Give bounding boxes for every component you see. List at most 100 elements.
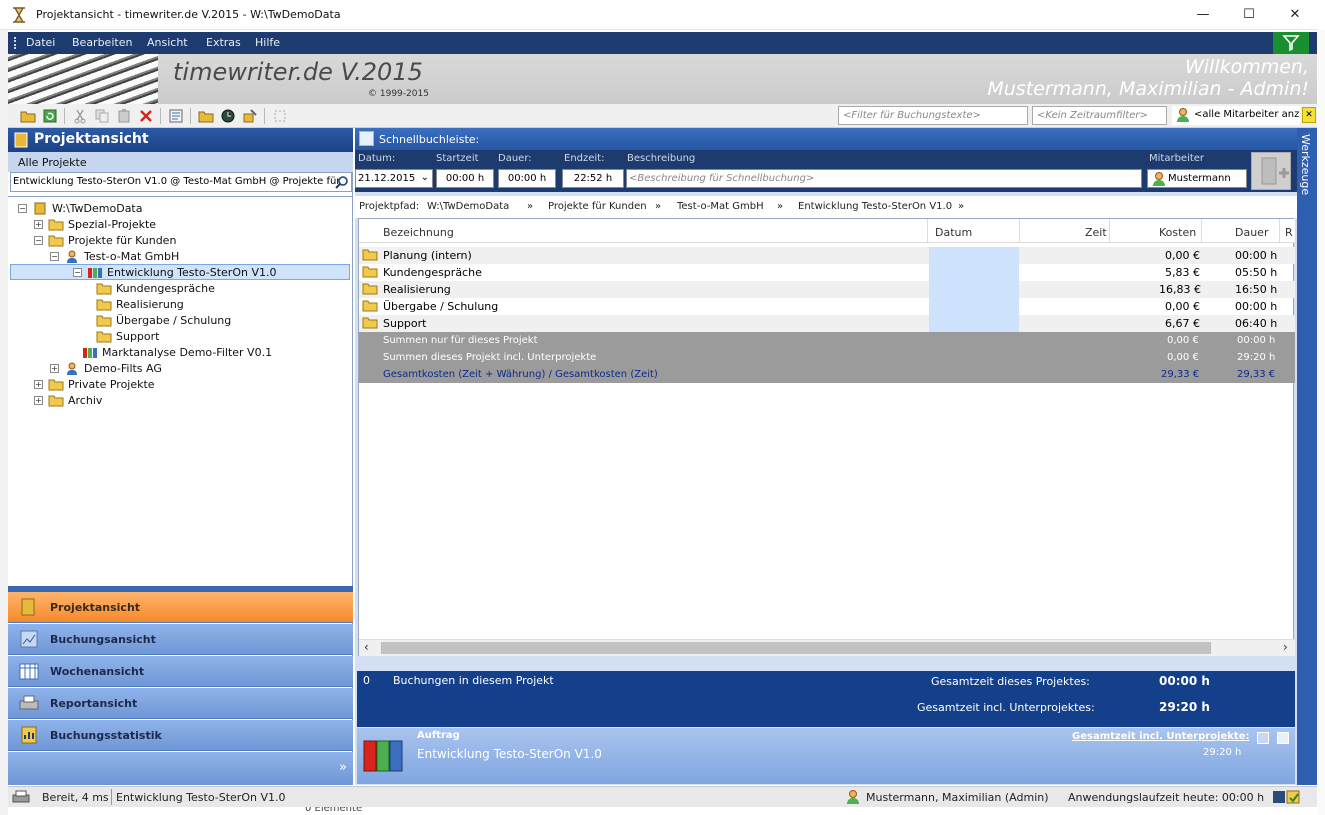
project-total-incl-value: 29:20 h xyxy=(1159,700,1210,714)
horizontal-scrollbar[interactable]: ‹ › xyxy=(359,639,1295,656)
grid-view-icon[interactable] xyxy=(1257,732,1269,744)
collapse-icon[interactable]: − xyxy=(73,268,82,277)
start-time-input[interactable]: 00:00 h xyxy=(436,169,494,188)
column-zeit[interactable]: Zeit xyxy=(1085,226,1107,239)
nav-buchungsansicht[interactable]: Buchungsansicht xyxy=(8,624,353,655)
collapse-icon[interactable]: − xyxy=(18,204,27,213)
title-bar: Projektansicht - timewriter.de V.2015 - … xyxy=(0,0,1318,30)
paste-icon[interactable] xyxy=(116,108,132,124)
table-row[interactable]: Übergabe / Schulung 0,00 € 00:00 h xyxy=(359,298,1295,315)
row-name: Übergabe / Schulung xyxy=(383,300,499,313)
expand-icon[interactable]: + xyxy=(34,220,43,229)
menu-bearbeiten[interactable]: Bearbeiten xyxy=(72,36,132,49)
employee-select[interactable]: Mustermann xyxy=(1147,169,1247,188)
tree-node-spezial-projekte[interactable]: + Spezial-Projekte xyxy=(34,217,234,233)
tree-node-support[interactable]: Support xyxy=(82,329,282,345)
collapse-icon[interactable]: − xyxy=(50,252,59,261)
booking-count: 0 xyxy=(363,674,370,687)
add-booking-button[interactable] xyxy=(1251,152,1291,190)
chevron-down-icon[interactable]: ⌄ xyxy=(421,172,429,183)
search-icon[interactable] xyxy=(335,175,349,189)
scrollbar-thumb[interactable] xyxy=(381,642,1211,654)
properties-icon[interactable] xyxy=(168,108,184,124)
column-r[interactable]: R xyxy=(1285,226,1293,239)
refresh-icon[interactable] xyxy=(42,108,58,124)
nav-more-button[interactable]: » xyxy=(8,752,353,785)
nav-reportansicht[interactable]: Reportansicht xyxy=(8,688,353,719)
expand-icon[interactable]: + xyxy=(50,364,59,373)
scroll-left-icon[interactable]: ‹ xyxy=(364,640,369,654)
folder-icon xyxy=(362,300,378,312)
tree-node-label: Übergabe / Schulung xyxy=(116,314,232,327)
table-row[interactable]: Support 6,67 € 06:40 h xyxy=(359,315,1295,332)
row-dauer: 00:00 h xyxy=(1235,249,1278,262)
column-separator xyxy=(927,219,928,243)
folder-icon xyxy=(362,249,378,261)
menu-hilfe[interactable]: Hilfe xyxy=(255,36,280,49)
table-row[interactable]: Realisierung 16,83 € 16:50 h xyxy=(359,281,1295,298)
project-path-search[interactable]: Entwicklung Testo-SterOn V1.0 @ Testo-Ma… xyxy=(10,172,352,192)
breadcrumb-item[interactable]: Projekte für Kunden xyxy=(548,201,647,212)
folder-icon xyxy=(48,235,64,247)
open-folder-icon[interactable] xyxy=(20,108,36,124)
dotted-frame-icon[interactable] xyxy=(272,108,288,124)
expand-icon[interactable]: + xyxy=(34,380,43,389)
scroll-right-icon[interactable]: › xyxy=(1283,640,1288,654)
minimize-button[interactable]: — xyxy=(1180,0,1226,30)
pin-icon[interactable] xyxy=(1277,732,1289,744)
maximize-button[interactable]: ☐ xyxy=(1226,0,1272,30)
tree-node-projekte-kunden[interactable]: − Projekte für Kunden xyxy=(34,233,234,249)
tree-node-kundengespraeche[interactable]: Kundengespräche xyxy=(82,281,282,297)
column-bezeichnung[interactable]: Bezeichnung xyxy=(383,226,454,239)
end-time-input[interactable]: 22:52 h xyxy=(562,169,624,188)
table-row[interactable]: Kundengespräche 5,83 € 05:50 h xyxy=(359,264,1295,281)
employee-filter-select[interactable]: <alle Mitarbeiter anze xyxy=(1172,106,1300,125)
menu-extras[interactable]: Extras xyxy=(206,36,241,49)
menu-ansicht[interactable]: Ansicht xyxy=(147,36,188,49)
project-total-value: 00:00 h xyxy=(1159,674,1210,688)
nav-projektansicht[interactable]: Projektansicht xyxy=(8,592,353,623)
date-picker[interactable]: 21.12.2015 ⌄ xyxy=(355,169,433,188)
tree-node-root[interactable]: − W:\TwDemoData xyxy=(18,201,218,217)
collapse-icon[interactable]: − xyxy=(34,236,43,245)
column-kosten[interactable]: Kosten xyxy=(1159,226,1196,239)
menu-datei[interactable]: Datei xyxy=(26,36,55,49)
column-datum[interactable]: Datum xyxy=(935,226,972,239)
delete-icon[interactable] xyxy=(138,108,154,124)
expand-icon[interactable]: + xyxy=(34,396,43,405)
breadcrumb-item[interactable]: Test-o-Mat GmbH xyxy=(677,201,764,212)
close-button[interactable]: ✕ xyxy=(1272,0,1318,30)
description-input[interactable]: <Beschreibung für Schnellbuchung> xyxy=(626,169,1142,188)
booking-summary-bar: 0 Buchungen in diesem Projekt Gesamtzeit… xyxy=(357,671,1295,727)
duration-input[interactable]: 00:00 h xyxy=(498,169,556,188)
nav-buchungsstatistik[interactable]: Buchungsstatistik xyxy=(8,720,353,751)
tree-node-demo-filts[interactable]: + Demo-Filts AG xyxy=(50,361,250,377)
table-row[interactable]: Planung (intern) 0,00 € 00:00 h xyxy=(359,247,1295,264)
tools-side-tab[interactable]: Werkzeuge xyxy=(1297,128,1317,785)
nav-wochenansicht[interactable]: Wochenansicht xyxy=(8,656,353,687)
tree-node-private-projekte[interactable]: + Private Projekte xyxy=(34,377,234,393)
copy-icon[interactable] xyxy=(94,108,110,124)
welcome-line-2: Mustermann, Maximilian - Admin! xyxy=(987,78,1309,100)
tree-node-test-o-mat[interactable]: − Test-o-Mat GmbH xyxy=(50,249,250,265)
all-projects-link[interactable]: Alle Projekte xyxy=(8,152,353,172)
filter-toggle-button[interactable] xyxy=(1273,32,1309,54)
clock-icon[interactable] xyxy=(220,108,236,124)
tree-node-uebergabe[interactable]: Übergabe / Schulung xyxy=(82,313,282,329)
tree-node-archiv[interactable]: + Archiv xyxy=(34,393,234,409)
tools-icon[interactable] xyxy=(242,108,258,124)
tree-node-marktanalyse[interactable]: Marktanalyse Demo-Filter V0.1 xyxy=(68,345,308,361)
toolbar-separator xyxy=(264,108,265,124)
column-dauer[interactable]: Dauer xyxy=(1235,226,1268,239)
tree-node-entwicklung-selected[interactable]: − Entwicklung Testo-SterOn V1.0 xyxy=(10,264,350,280)
close-filter-button[interactable]: ✕ xyxy=(1302,107,1316,123)
cut-icon[interactable] xyxy=(72,108,88,124)
tree-node-label: Realisierung xyxy=(116,298,184,311)
folder-icon xyxy=(362,266,378,278)
breadcrumb-item[interactable]: Entwicklung Testo-SterOn V1.0 xyxy=(798,201,952,212)
booking-text-filter-input[interactable]: <Filter für Buchungstexte> xyxy=(838,106,1028,125)
time-range-filter-select[interactable]: <Kein Zeitraumfilter> xyxy=(1032,106,1167,125)
new-folder-icon[interactable] xyxy=(198,108,214,124)
tree-node-realisierung[interactable]: Realisierung xyxy=(82,297,282,313)
breadcrumb-item[interactable]: W:\TwDemoData xyxy=(427,201,509,212)
